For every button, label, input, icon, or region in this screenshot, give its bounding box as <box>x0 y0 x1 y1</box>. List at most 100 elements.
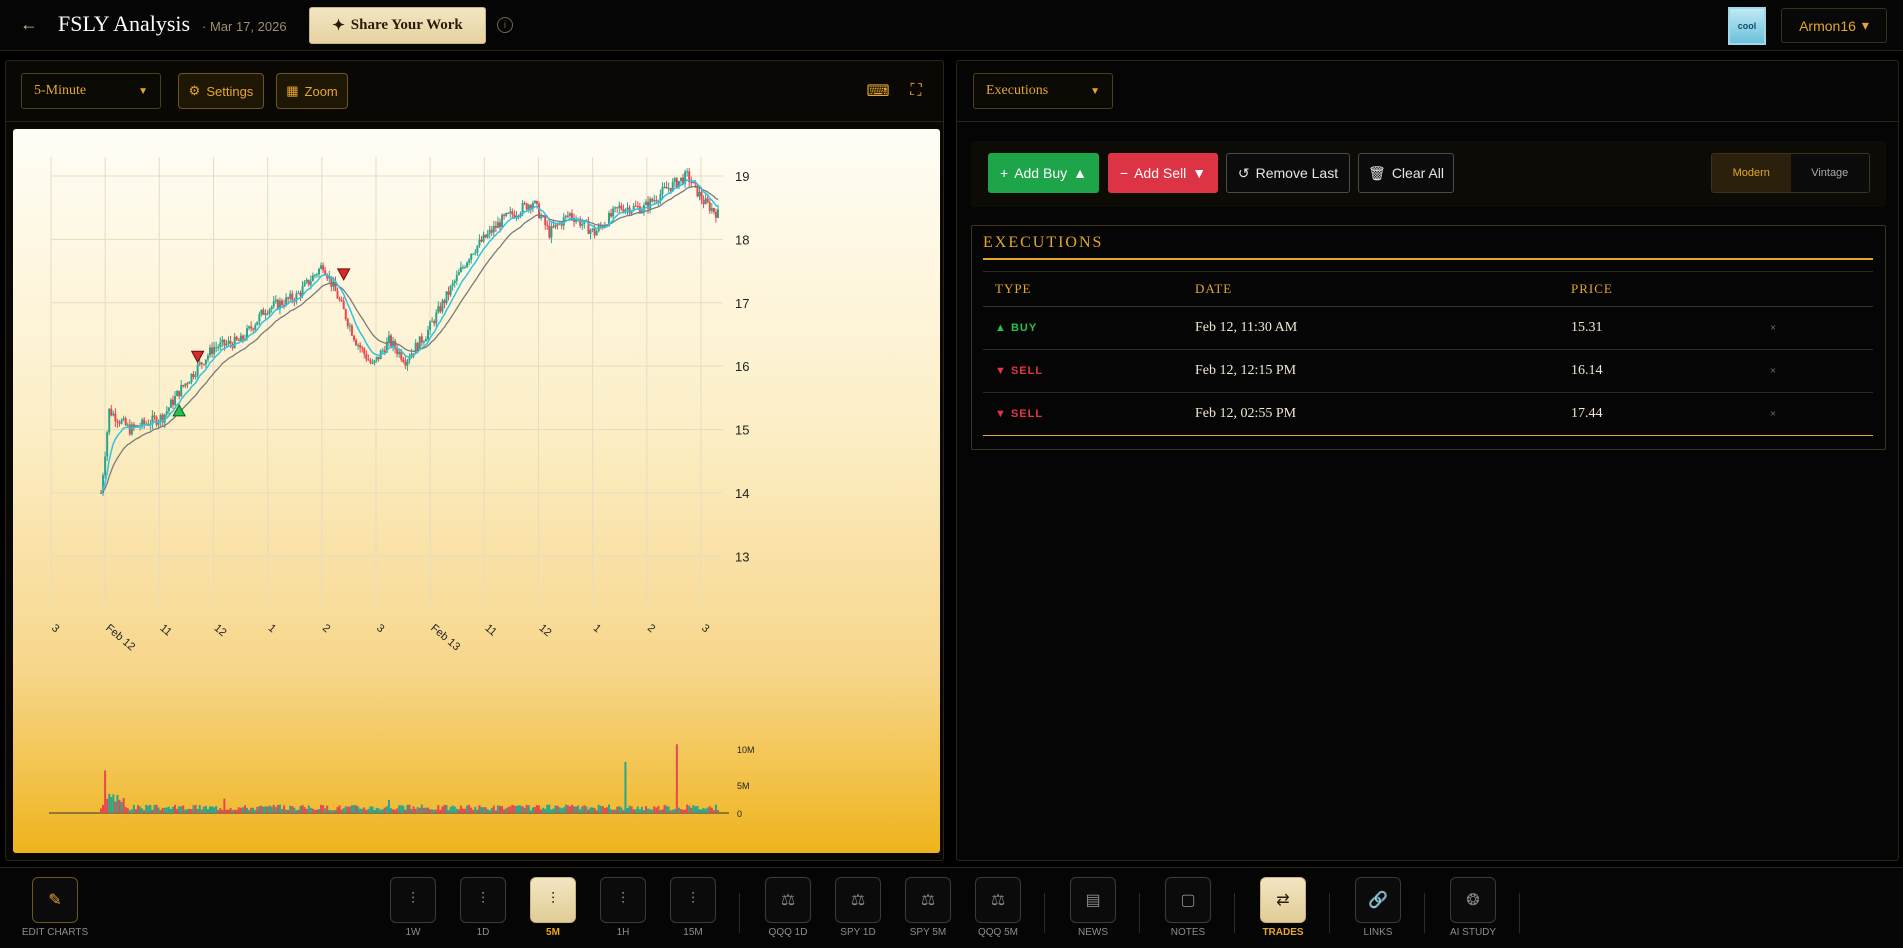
candle-body <box>143 419 146 425</box>
executions-panel: Executions ▼ + Add Buy ▲ − Add Sell ▼ ↺ … <box>956 60 1899 861</box>
volume-bar <box>529 810 532 813</box>
nav-spy-5m[interactable]: ⚖ SPY 5M <box>896 877 960 941</box>
candle-body <box>540 216 543 219</box>
candles-icon: ⫶ <box>600 877 646 923</box>
back-arrow-icon[interactable]: ← <box>20 14 42 36</box>
volume-bar <box>548 804 551 813</box>
nav-1h[interactable]: ⫶ 1H <box>591 877 655 941</box>
clear-all-button[interactable]: 🗑 Clear All <box>1358 153 1454 193</box>
column-type: TYPE <box>995 281 1032 296</box>
nav-qqq-1d[interactable]: ⚖ QQQ 1D <box>756 877 820 941</box>
candle-body <box>155 417 158 425</box>
candle-body <box>336 291 339 299</box>
execution-price: 17.44 <box>1571 406 1603 421</box>
candle-body <box>280 300 283 305</box>
add-sell-button[interactable]: − Add Sell ▼ <box>1108 153 1218 193</box>
volume-bar <box>655 807 658 813</box>
volume-bar <box>523 807 526 813</box>
volume-bar <box>712 810 715 813</box>
user-menu-button[interactable]: Armon16 ▾ <box>1781 8 1887 43</box>
volume-bar <box>626 808 629 813</box>
nav-trades[interactable]: ⇄ TRADES <box>1251 877 1315 941</box>
volume-bar <box>235 809 238 813</box>
share-your-work-button[interactable]: ✦ Share Your Work <box>309 7 486 44</box>
volume-bar <box>605 807 608 813</box>
settings-button[interactable]: ⚙ Settings <box>178 73 264 109</box>
candle-body <box>548 226 551 238</box>
candle-body <box>171 399 174 405</box>
candle-body <box>464 267 467 269</box>
x-tick-label: 2 <box>320 622 332 635</box>
candle-body <box>435 312 438 324</box>
y-tick-label: 19 <box>735 169 749 184</box>
delete-execution-icon[interactable]: × <box>1770 322 1776 334</box>
nav-1d[interactable]: ⫶ 1D <box>451 877 515 941</box>
candle-body <box>708 202 711 211</box>
nav-spy-1d[interactable]: ⚖ SPY 1D <box>826 877 890 941</box>
candle-body <box>589 230 592 234</box>
delete-execution-icon[interactable]: × <box>1770 365 1776 377</box>
candle-body <box>523 203 526 205</box>
candle-body <box>556 224 559 226</box>
avatar[interactable]: cool <box>1728 7 1766 45</box>
mode-vintage-button[interactable]: Vintage <box>1790 154 1869 192</box>
volume-bar <box>692 805 695 813</box>
nav-links[interactable]: 🔗 LINKS <box>1346 877 1410 941</box>
candle-body <box>272 301 275 307</box>
volume-bar <box>299 805 302 813</box>
nav-news[interactable]: ▤ NEWS <box>1061 877 1125 941</box>
nav-ai-study[interactable]: ❂ AI STUDY <box>1441 877 1505 941</box>
candle-body <box>270 306 273 310</box>
candle-body <box>307 279 310 285</box>
candle-body <box>490 229 493 233</box>
volume-bar <box>575 806 578 813</box>
candle-body <box>355 339 358 346</box>
divider <box>1329 893 1330 933</box>
nav-1w[interactable]: ⫶ 1W <box>381 877 445 941</box>
candle-body <box>478 239 481 246</box>
price-chart[interactable]: 13 14 15 16 17 18 19 3 Feb 12 11 12 1 2 3 Feb 13 11 12 1 2… <box>13 129 940 853</box>
zoom-button[interactable]: ▦ Zoom <box>276 73 348 109</box>
candle-body <box>235 336 238 340</box>
volume-bar <box>589 807 592 813</box>
volume-bar <box>108 793 111 813</box>
nav-5m[interactable]: ⫶ 5M <box>521 877 585 941</box>
volume-bar <box>278 804 281 813</box>
candle-body <box>126 424 129 426</box>
volume-bar <box>494 810 497 813</box>
candle-body <box>344 309 347 320</box>
edit-charts-button[interactable]: ✎ EDIT CHARTS <box>22 877 88 941</box>
x-tick-label: 1 <box>591 622 603 635</box>
x-tick-label: 11 <box>482 622 498 639</box>
remove-last-button[interactable]: ↺ Remove Last <box>1226 153 1350 193</box>
keyboard-icon[interactable]: ⌨ <box>866 81 889 101</box>
volume-bar <box>688 805 691 813</box>
volume-bar <box>435 809 438 813</box>
candle-body <box>206 355 209 360</box>
chevron-down-icon: ▼ <box>138 85 148 97</box>
nav-qqq-5m[interactable]: ⚖ QQQ 5M <box>966 877 1030 941</box>
add-buy-button[interactable]: + Add Buy ▲ <box>988 153 1099 193</box>
candle-body <box>297 292 300 294</box>
volume-bar <box>198 804 201 813</box>
candle-body <box>538 203 541 219</box>
volume-bar <box>268 805 271 813</box>
volume-bar <box>106 798 109 813</box>
candle-body <box>225 343 228 346</box>
volume-bar <box>671 809 674 813</box>
candle-body <box>525 203 528 210</box>
info-icon[interactable]: i <box>497 17 513 33</box>
candle-body <box>192 373 195 377</box>
fullscreen-icon[interactable]: ⛶ <box>906 81 926 101</box>
view-select[interactable]: Executions ▼ <box>973 73 1113 109</box>
executions-title: EXECUTIONS <box>983 234 1104 251</box>
delete-execution-icon[interactable]: × <box>1770 408 1776 420</box>
buy-marker <box>172 403 186 417</box>
nav-notes[interactable]: ▢ NOTES <box>1156 877 1220 941</box>
candle-body <box>398 351 401 355</box>
volume-bar <box>392 809 395 813</box>
nav-15m[interactable]: ⫶ 15M <box>661 877 725 941</box>
interval-select[interactable]: 5-Minute ▼ <box>21 73 161 109</box>
candle-body <box>340 299 343 302</box>
mode-modern-button[interactable]: Modern <box>1712 154 1791 192</box>
